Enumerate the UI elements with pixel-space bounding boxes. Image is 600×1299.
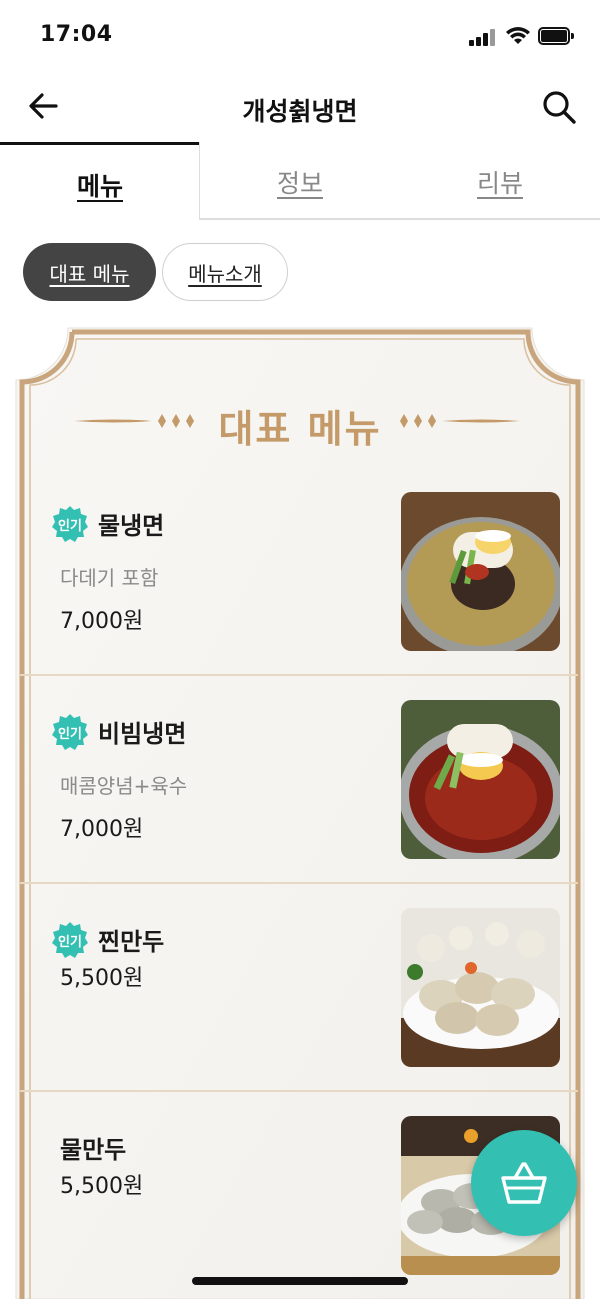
menu-item[interactable]: 인기 찐만두 5,500원 [20, 892, 580, 1100]
popular-badge-label: 인기 [58, 934, 82, 950]
search-button[interactable] [538, 86, 580, 128]
menu-item-description: 다데기 포함 [60, 566, 159, 590]
battery-icon [538, 27, 574, 45]
menu-item[interactable]: 인기 물냉면 다데기 포함 7,000원 [20, 476, 580, 684]
mul-naengmyeon-photo[interactable] [401, 492, 560, 651]
nav-header: 개성췱냉면 [0, 72, 600, 142]
category-chips: 대표 메뉴 메뉴소개 [0, 243, 600, 303]
chip-menu-intro[interactable]: 메뉴소개 [162, 243, 288, 301]
item-divider [20, 1090, 578, 1092]
popular-badge-label: 인기 [58, 518, 82, 534]
bibim-naengmyeon-photo[interactable] [401, 700, 560, 859]
board-heading: 대표 메뉴 [10, 396, 590, 451]
chip-signature-menu[interactable]: 대표 메뉴 [23, 243, 156, 301]
cellular-signal-icon [469, 28, 497, 46]
tab-reviews[interactable]: 리뷰 [400, 142, 600, 220]
menu-item-price: 7,000원 [60, 817, 144, 842]
menu-item-price: 7,000원 [60, 609, 144, 634]
menu-item-name: 찐만두 [98, 928, 165, 956]
page-title: 개성췱냉면 [242, 97, 358, 126]
steamed-dumplings-photo[interactable] [401, 908, 560, 1067]
wifi-icon [505, 24, 531, 46]
tab-info[interactable]: 정보 [200, 142, 400, 220]
basket-icon [501, 1162, 547, 1204]
item-divider [20, 674, 578, 676]
menu-item[interactable]: 인기 비빔냉면 매콤양념+육수 7,000원 [20, 684, 580, 892]
menu-item-name: 비빔냉면 [98, 720, 187, 748]
menu-item-price: 5,500원 [60, 966, 144, 991]
basket-button[interactable] [471, 1130, 577, 1236]
tab-bar: 메뉴 정보 리뷰 [0, 142, 600, 220]
status-bar: 17:04 [0, 0, 600, 72]
tab-menu[interactable]: 메뉴 [0, 142, 200, 220]
menu-item-price: 5,500원 [60, 1174, 144, 1199]
popular-badge-label: 인기 [58, 726, 82, 742]
menu-item-description: 매콤양념+육수 [60, 774, 188, 798]
menu-item-name: 물만두 [60, 1136, 127, 1164]
search-icon [543, 91, 576, 124]
status-time: 17:04 [40, 22, 113, 47]
home-indicator [192, 1277, 408, 1285]
menu-item-name: 물냉면 [98, 512, 165, 540]
right-ornament-icon [400, 414, 520, 428]
item-divider [20, 882, 578, 884]
